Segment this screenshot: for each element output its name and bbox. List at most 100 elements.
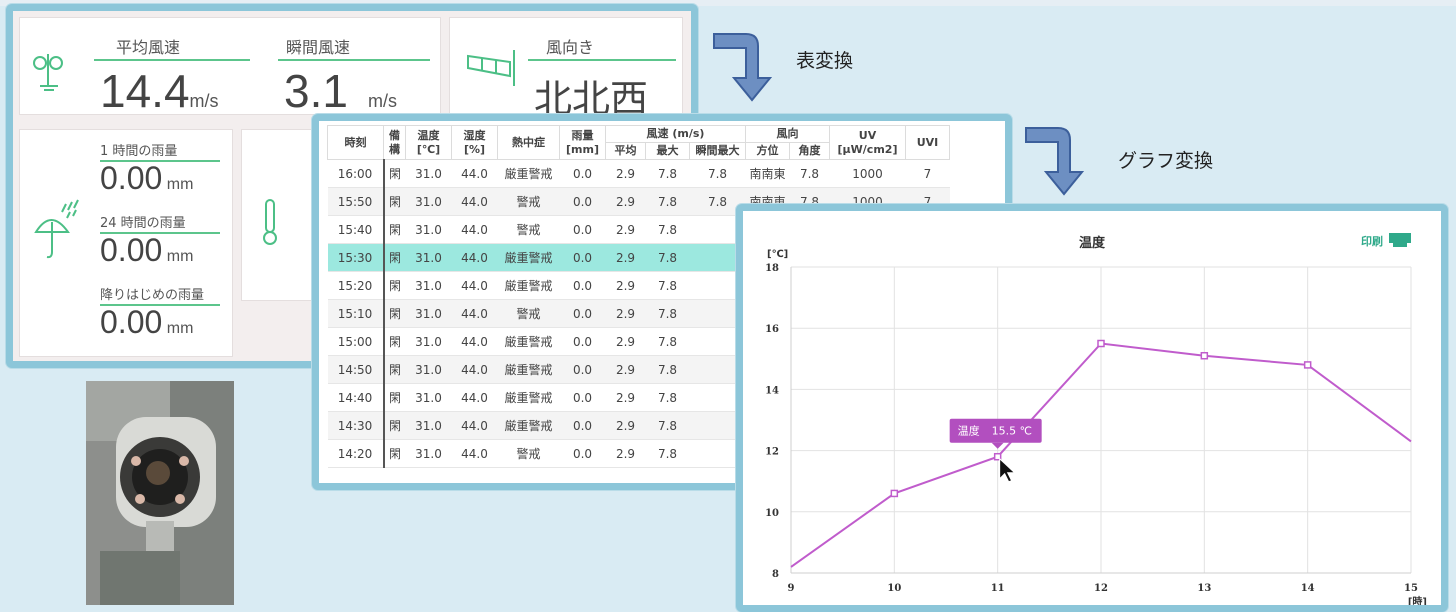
table-cell-rain: 0.0 xyxy=(559,187,606,216)
table-cell-wmax: 7.8 xyxy=(645,215,690,244)
rain-1h-label: 1 時間の雨量 xyxy=(100,144,178,159)
table-cell-temp: 31.0 xyxy=(405,383,452,412)
table-cell-rain: 0.0 xyxy=(559,159,606,188)
table-cell-humid: 44.0 xyxy=(451,187,498,216)
table-cell-heat: 警戒 xyxy=(497,439,560,468)
gust-wind-unit: m/s xyxy=(367,91,397,111)
table-cell-time: 14:20 xyxy=(327,439,384,468)
header-dir-angle: 角度 xyxy=(789,142,830,160)
table-cell-wmax: 7.8 xyxy=(645,187,690,216)
x-tick-label: 10 xyxy=(887,583,901,594)
camera-photo xyxy=(86,381,234,605)
table-cell-rain: 0.0 xyxy=(559,299,606,328)
table-cell-note: 閑 xyxy=(382,243,406,272)
table-cell-temp: 31.0 xyxy=(405,327,452,356)
table-cell-heat: 警戒 xyxy=(497,299,560,328)
rain-24h-number: 0.00 xyxy=(100,232,163,268)
table-cell-wavg: 2.9 xyxy=(605,215,646,244)
table-cell-humid: 44.0 xyxy=(451,271,498,300)
temperature-chart-panel: 温度 [℃] [時] 印刷 8 10 12 14 16 18 9 10 11 12 13 14 15 温度 15.5… xyxy=(736,204,1448,612)
data-point[interactable] xyxy=(890,489,899,498)
tooltip-label: 温度 xyxy=(958,424,980,438)
rain-start-unit: mm xyxy=(166,320,194,337)
x-tick-label: 14 xyxy=(1301,583,1315,594)
wind-speed-card: 平均風速 14.4m/s 瞬間風速 3.1 m/s xyxy=(19,17,441,118)
y-tick-label: 14 xyxy=(765,385,779,396)
table-cell-temp: 31.0 xyxy=(405,243,452,272)
table-cell-humid: 44.0 xyxy=(451,411,498,440)
table-cell-time: 15:20 xyxy=(327,271,384,300)
table-cell-heat: 警戒 xyxy=(497,215,560,244)
table-cell-note: 閑 xyxy=(382,187,406,216)
x-tick-label: 9 xyxy=(788,583,795,594)
table-cell-heat: 厳重警戒 xyxy=(497,243,560,272)
chart-background xyxy=(743,211,1441,605)
table-row[interactable]: 16:00 閑 31.0 44.0 厳重警戒 0.0 2.9 7.8 7.8 南南東 7.8 1000… xyxy=(327,159,950,188)
y-axis-label: [℃] xyxy=(767,249,788,260)
header-time: 時刻 xyxy=(327,125,384,160)
table-cell-humid: 44.0 xyxy=(451,299,498,328)
print-label[interactable]: 印刷 xyxy=(1361,235,1383,248)
table-cell-temp: 31.0 xyxy=(405,299,452,328)
table-cell-wmax: 7.8 xyxy=(645,383,690,412)
avg-wind-label: 平均風速 xyxy=(116,38,181,57)
table-cell-wavg: 2.9 xyxy=(605,439,646,468)
table-cell-dir: 南南東 xyxy=(745,159,790,188)
table-cell-rain: 0.0 xyxy=(559,243,606,272)
table-cell-wmax: 7.8 xyxy=(645,439,690,468)
table-cell-rain: 0.0 xyxy=(559,355,606,384)
table-cell-rain: 0.0 xyxy=(559,327,606,356)
header-temp: 温度 [℃] xyxy=(405,125,452,160)
x-tick-label: 13 xyxy=(1197,583,1211,594)
table-cell-note: 閑 xyxy=(382,299,406,328)
wind-direction-card: 風向き 北北西 xyxy=(449,17,683,121)
table-cell-rain: 0.0 xyxy=(559,439,606,468)
table-cell-wmax: 7.8 xyxy=(645,355,690,384)
table-cell-temp: 31.0 xyxy=(405,355,452,384)
gust-wind-underline xyxy=(278,59,430,61)
gust-wind-number: 3.1 xyxy=(284,65,348,117)
table-cell-heat: 厳重警戒 xyxy=(497,327,560,356)
table-cell-rain: 0.0 xyxy=(559,215,606,244)
wind-dir-label: 風向き xyxy=(546,38,595,57)
x-tick-label: 11 xyxy=(991,583,1005,594)
table-cell-heat: 厳重警戒 xyxy=(497,411,560,440)
rain-1h-unit: mm xyxy=(166,176,194,193)
y-tick-label: 16 xyxy=(765,324,779,335)
umbrella-rain-icon xyxy=(34,199,79,259)
rain-card: 1 時間の雨量 0.00 mm 24 時間の雨量 0.00 mm 降りはじめの雨… xyxy=(19,129,233,357)
table-cell-angle: 7.8 xyxy=(789,159,830,188)
header-dir-name: 方位 xyxy=(745,142,790,160)
table-cell-wavg: 2.9 xyxy=(605,411,646,440)
table-cell-humid: 44.0 xyxy=(451,159,498,188)
table-cell-temp: 31.0 xyxy=(405,271,452,300)
table-cell-humid: 44.0 xyxy=(451,327,498,356)
header-heat: 熱中症 xyxy=(497,125,560,160)
table-cell-wavg: 2.9 xyxy=(605,383,646,412)
table-cell-humid: 44.0 xyxy=(451,355,498,384)
data-point[interactable] xyxy=(1097,339,1105,348)
table-cell-time: 14:40 xyxy=(327,383,384,412)
table-cell-wavg: 2.9 xyxy=(605,299,646,328)
data-point[interactable] xyxy=(1200,351,1209,360)
anemometer-icon xyxy=(33,54,63,91)
rain-start-label: 降りはじめの雨量 xyxy=(100,288,205,303)
table-cell-wmax: 7.8 xyxy=(645,159,690,188)
rain-start-number: 0.00 xyxy=(100,304,163,340)
table-cell-wavg: 2.9 xyxy=(605,271,646,300)
table-cell-wavg: 2.9 xyxy=(605,187,646,216)
table-cell-wavg: 2.9 xyxy=(605,159,646,188)
graph-conversion-caption: グラフ変換 xyxy=(1118,150,1214,172)
gust-wind-value: 3.1 m/s xyxy=(284,64,397,118)
table-conversion-arrow xyxy=(713,33,773,102)
x-tick-label: 12 xyxy=(1094,583,1108,594)
graph-conversion-arrow xyxy=(1025,127,1085,196)
table-cell-note: 閑 xyxy=(382,327,406,356)
table-cell-temp: 31.0 xyxy=(405,187,452,216)
header-wind-avg: 平均 xyxy=(605,142,646,160)
rain-1h-value: 0.00 mm xyxy=(100,160,193,197)
table-cell-note: 閑 xyxy=(382,215,406,244)
header-uvi: UVI xyxy=(905,125,950,160)
data-point[interactable] xyxy=(1303,361,1312,369)
rain-start-value: 0.00 mm xyxy=(100,304,193,341)
